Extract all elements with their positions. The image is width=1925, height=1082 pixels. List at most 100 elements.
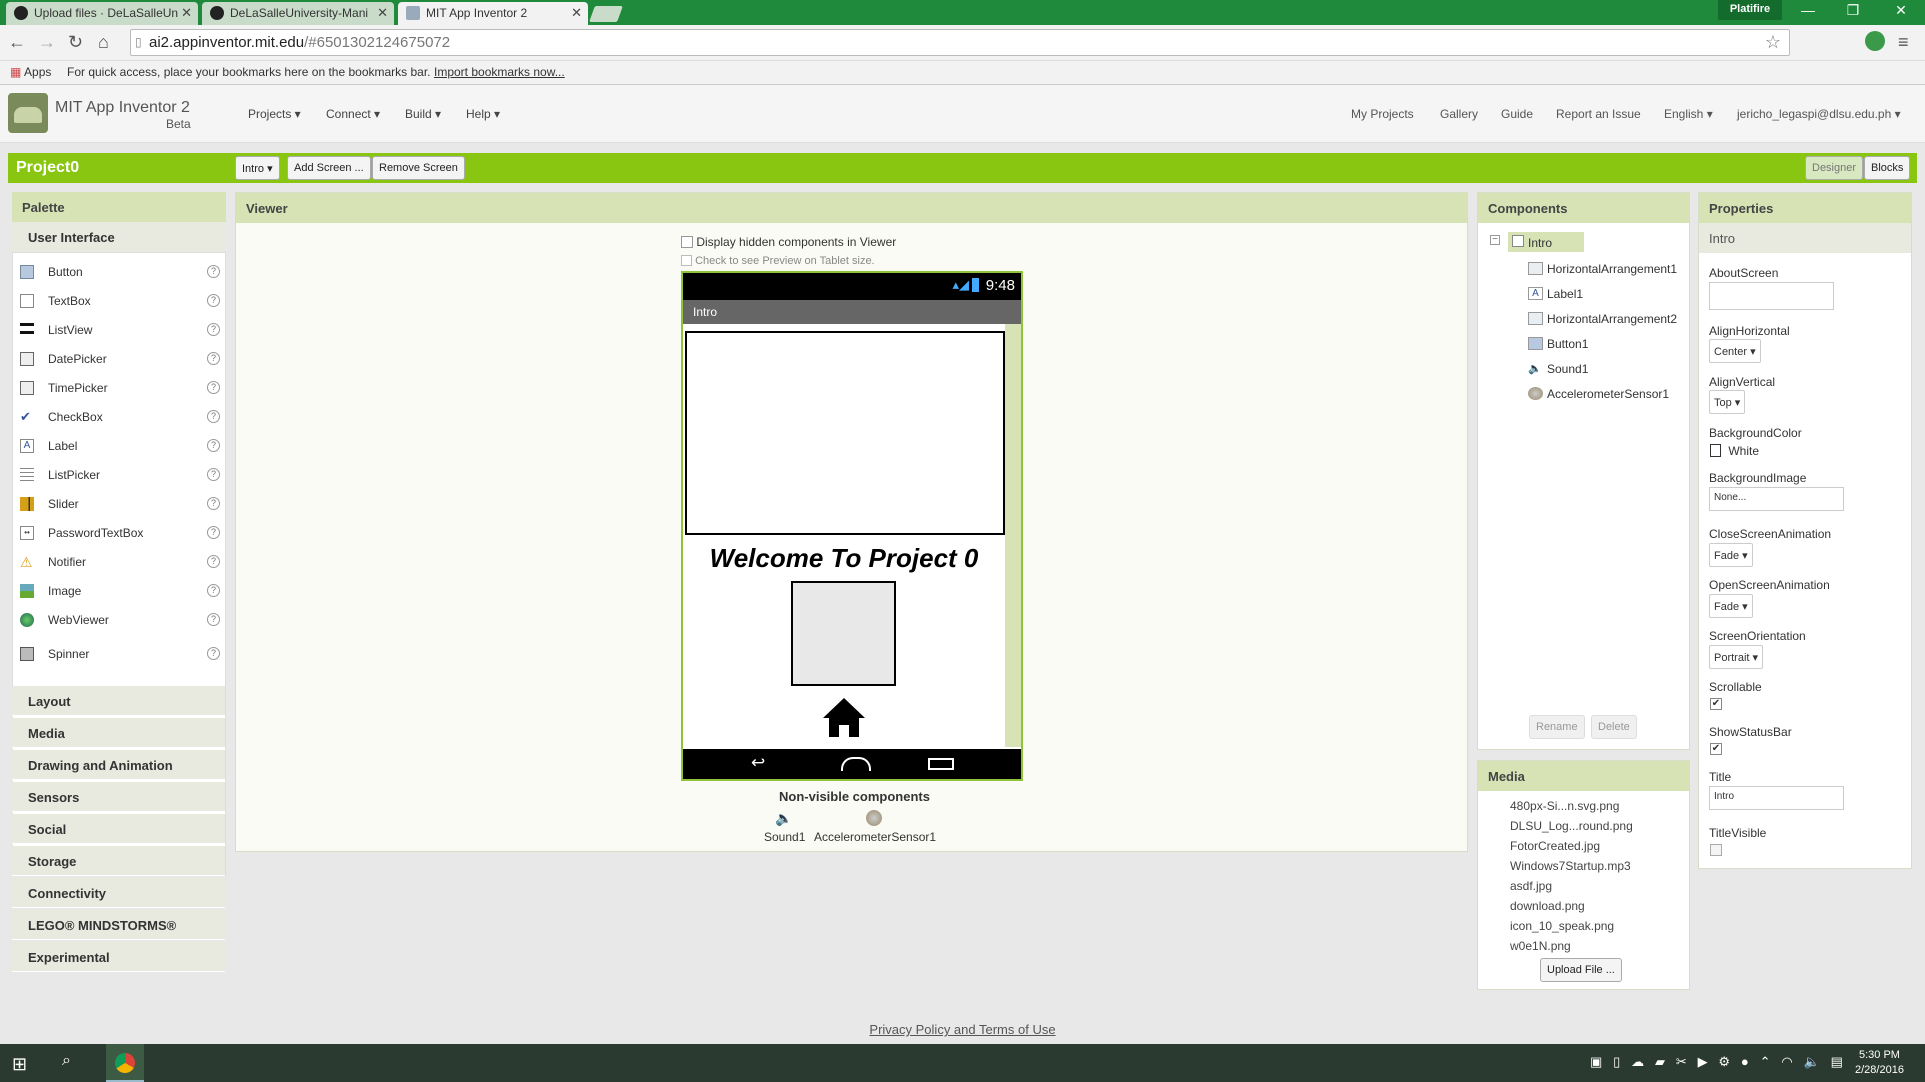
palette-category-experimental[interactable]: Experimental [12,942,225,972]
apps-shortcut[interactable]: ▦ Apps [10,65,51,79]
import-bookmarks-link[interactable]: Import bookmarks now... [434,65,565,79]
help-icon[interactable]: ? [207,352,220,365]
prop-scrollable-checkbox[interactable]: ✔ [1710,698,1722,710]
home-button-icon[interactable] [819,693,869,743]
close-tab-icon[interactable]: ✕ [181,5,192,21]
tray-nvidia-icon[interactable]: ▰ [1655,1054,1665,1069]
screen-select[interactable]: Intro ▾ [235,156,280,180]
tray-chevron-icon[interactable]: ⌃ [1760,1054,1771,1069]
media-file[interactable]: download.png [1510,899,1585,913]
help-icon[interactable]: ? [207,323,220,336]
tray-wifi-icon[interactable]: ◠ [1781,1054,1792,1069]
palette-item-button[interactable]: Button ? [16,259,224,285]
tray-tools-icon[interactable]: ✂ [1676,1054,1687,1069]
palette-item-timepicker[interactable]: TimePicker ? [16,375,224,401]
palette-category-lego[interactable]: LEGO® MINDSTORMS® [12,910,225,940]
designer-button[interactable]: Designer [1805,156,1864,180]
palette-item-label[interactable]: A Label ? [16,433,224,459]
prop-alignvertical-select[interactable]: Top ▾ [1709,390,1746,414]
palette-item-datepicker[interactable]: DatePicker ? [16,346,224,372]
delete-button[interactable]: Delete [1591,715,1637,739]
palette-item-webviewer[interactable]: WebViewer ? [16,607,224,633]
help-icon[interactable]: ? [207,294,220,307]
palette-item-listview[interactable]: ListView ? [16,317,224,343]
privacy-policy-link[interactable]: Privacy Policy and Terms of Use [0,1018,1925,1044]
help-icon[interactable]: ? [207,439,220,452]
palette-category-layout[interactable]: Layout [12,686,225,716]
horizontal-arrangement-2[interactable] [791,581,896,686]
menu-connect[interactable]: Connect ▾ [326,107,380,121]
taskbar-search-icon[interactable]: ⌕ [62,1052,71,1070]
tray-steam-icon[interactable]: ⚙ [1718,1054,1730,1069]
prop-backgroundcolor-picker[interactable]: White [1710,444,1759,458]
tablet-preview-toggle[interactable]: Check to see Preview on Tablet size. [681,255,875,267]
tray-app-icon[interactable]: ▣ [1590,1054,1602,1069]
tray-cloud-icon[interactable]: ☁ [1631,1054,1644,1069]
tray-sync-icon[interactable]: ● [1741,1054,1749,1069]
help-icon[interactable]: ? [207,613,220,626]
url-input[interactable]: ▯ ai2.appinventor.mit.edu/#6501302124675… [130,29,1790,56]
media-file[interactable]: DLSU_Log...round.png [1510,819,1633,833]
prop-backgroundimage-input[interactable]: None... [1709,487,1844,511]
prop-openanimation-select[interactable]: Fade ▾ [1709,594,1753,618]
help-icon[interactable]: ? [207,497,220,510]
windows-start-icon[interactable]: ⊞ [12,1054,30,1074]
menu-help[interactable]: Help ▾ [466,107,500,121]
browser-tab-appinventor[interactable]: MIT App Inventor 2 ✕ [398,2,588,25]
palette-item-passwordtextbox[interactable]: •• PasswordTextBox ? [16,520,224,546]
link-my-projects[interactable]: My Projects [1351,107,1414,121]
help-icon[interactable]: ? [207,555,220,568]
welcome-label[interactable]: Welcome To Project 0 [683,543,1005,574]
palette-item-notifier[interactable]: ⚠ Notifier ? [16,549,224,575]
bookmark-star-icon[interactable]: ☆ [1765,32,1781,53]
palette-item-slider[interactable]: Slider ? [16,491,224,517]
help-icon[interactable]: ? [207,410,220,423]
palette-item-textbox[interactable]: TextBox ? [16,288,224,314]
close-tab-icon[interactable]: ✕ [571,5,582,21]
tray-media-icon[interactable]: ▶ [1698,1054,1708,1069]
link-guide[interactable]: Guide [1501,107,1533,121]
app-inventor-logo-icon[interactable] [8,93,48,133]
upload-file-button[interactable]: Upload File ... [1540,958,1622,982]
close-window-icon[interactable]: ✕ [1886,2,1916,19]
minimize-icon[interactable]: — [1793,2,1823,18]
hidden-components-toggle[interactable]: Display hidden components in Viewer [681,235,896,249]
palette-category-connectivity[interactable]: Connectivity [12,878,225,908]
media-file[interactable]: FotorCreated.jpg [1510,839,1600,853]
tablet-preview-checkbox[interactable] [681,255,692,266]
palette-category-media[interactable]: Media [12,718,225,748]
prop-title-input[interactable]: Intro [1709,786,1844,810]
extension-icon[interactable] [1865,31,1885,51]
help-icon[interactable]: ? [207,584,220,597]
link-gallery[interactable]: Gallery [1440,107,1478,121]
media-file[interactable]: w0e1N.png [1510,939,1571,953]
browser-tab-github[interactable]: DeLaSalleUniversity-Mani ✕ [202,2,394,25]
palette-item-listpicker[interactable]: ListPicker ? [16,462,224,488]
media-file[interactable]: asdf.jpg [1510,879,1552,893]
link-report-issue[interactable]: Report an Issue [1556,107,1641,121]
phone-scrollbar[interactable] [1005,324,1021,747]
palette-category-sensors[interactable]: Sensors [12,782,225,812]
help-icon[interactable]: ? [207,381,220,394]
palette-category-user-interface[interactable]: User Interface [12,222,226,252]
menu-build[interactable]: Build ▾ [405,107,441,121]
rename-button[interactable]: Rename [1529,715,1585,739]
nonvisible-accelerometer1[interactable]: AccelerometerSensor1 [814,830,936,844]
menu-projects[interactable]: Projects ▾ [248,107,301,121]
blocks-button[interactable]: Blocks [1864,156,1911,180]
tray-notifications-icon[interactable]: ▤ [1831,1054,1843,1069]
collapse-tree-icon[interactable]: − [1490,235,1500,245]
browser-tab-upload[interactable]: Upload files · DeLaSalleUn ✕ [6,2,198,25]
profile-button[interactable]: Platifire [1718,0,1782,20]
media-file[interactable]: Windows7Startup.mp3 [1510,859,1631,873]
hidden-components-checkbox[interactable] [681,236,693,248]
new-tab-button[interactable] [589,6,623,22]
back-icon[interactable]: ← [8,32,26,53]
language-select[interactable]: English ▾ [1664,107,1713,121]
palette-item-spinner[interactable]: Spinner ? [16,641,224,667]
taskbar-chrome-button[interactable] [106,1044,144,1082]
palette-item-checkbox[interactable]: ✔ CheckBox ? [16,404,224,430]
chrome-menu-icon[interactable]: ≡ [1898,32,1909,53]
help-icon[interactable]: ? [207,647,220,660]
account-menu[interactable]: jericho_legaspi@dlsu.edu.ph ▾ [1737,107,1901,121]
